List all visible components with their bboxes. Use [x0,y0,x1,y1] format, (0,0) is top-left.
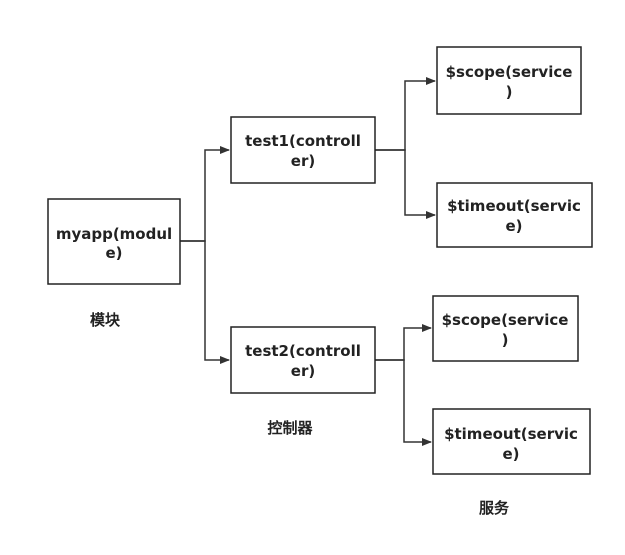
caption-controller: 控制器 [267,419,313,437]
node-controller1: test1(controll er) [230,116,376,184]
node-timeout2-line-2: e) [502,445,519,463]
link-controller2-to-scope2 [375,324,432,361]
node-timeout1-line-1: $timeout(servic [447,197,581,215]
caption-module: 模块 [90,311,121,329]
node-scope2: $scope(service ) [432,295,579,362]
node-controller2-line-1: test2(controll [245,342,361,360]
node-scope1-line-1: $scope(service [446,63,573,81]
node-scope1-line-2: ) [506,83,513,101]
node-scope2-line-1: $scope(service [442,311,569,329]
node-timeout2: $timeout(servic e) [432,408,591,475]
caption-service: 服务 [479,499,510,517]
node-module: myapp(modul e) [47,198,181,285]
node-controller1-line-1: test1(controll [245,132,361,150]
node-scope1: $scope(service ) [436,46,582,115]
link-module-to-controller1 [180,146,230,242]
node-controller2: test2(controll er) [230,326,376,394]
node-controller1-line-2: er) [291,152,315,170]
link-controller1-to-timeout1 [375,149,436,219]
link-controller1-to-scope1 [375,77,436,151]
node-timeout1-line-2: e) [505,217,522,235]
node-controller2-line-2: er) [291,362,315,380]
node-timeout2-line-1: $timeout(servic [444,425,578,443]
node-timeout1: $timeout(servic e) [436,182,593,248]
diagram-canvas: myapp(modul e) test1(controll er) test2(… [47,46,593,517]
node-module-line-1: myapp(modul [56,225,172,243]
node-scope2-line-2: ) [502,331,509,349]
link-controller2-to-timeout2 [375,359,432,446]
node-module-line-2: e) [105,244,122,262]
link-module-to-controller2 [180,240,230,364]
